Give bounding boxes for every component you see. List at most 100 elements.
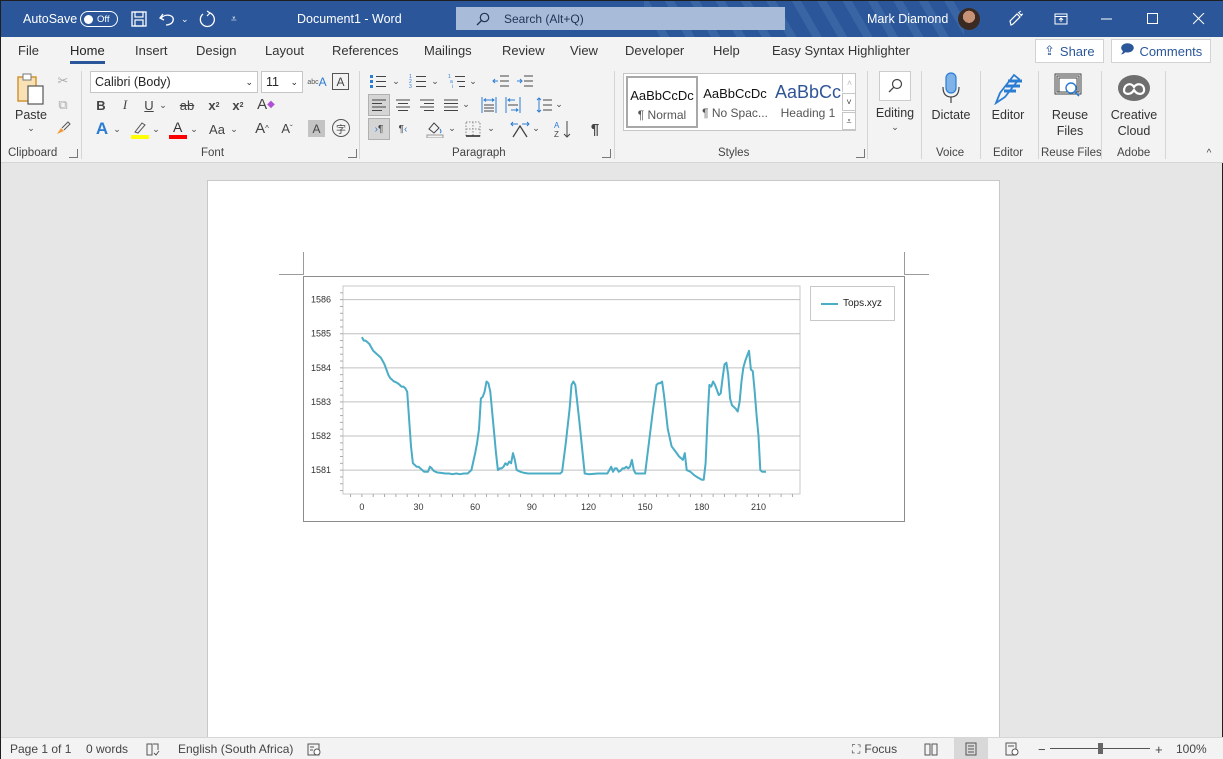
find-icon[interactable] <box>879 71 911 101</box>
ltr-direction-icon[interactable]: › ¶ <box>368 118 390 140</box>
maximize-icon[interactable] <box>1130 1 1176 37</box>
print-layout-icon[interactable] <box>954 738 988 759</box>
style-heading-1[interactable]: AaBbCc Heading 1 <box>772 76 844 128</box>
focus-mode-button[interactable]: ⛶ Focus <box>852 738 897 759</box>
numbering-icon[interactable]: 123 <box>409 72 427 90</box>
line-spacing-icon[interactable] <box>535 95 553 115</box>
text-effects-icon[interactable]: A <box>93 119 111 139</box>
change-case-aa-icon[interactable]: Aa <box>206 121 228 137</box>
line-spacing-dropdown-icon[interactable]: ⌄ <box>554 97 564 111</box>
grow-font-icon[interactable]: A ^ <box>253 119 271 137</box>
word-count[interactable]: 0 words <box>86 738 128 759</box>
clear-formatting-icon[interactable]: A ◆ <box>256 95 276 113</box>
numbering-dropdown-icon[interactable]: ⌄ <box>430 74 440 88</box>
styles-scroll-up-icon[interactable]: ˄ <box>842 74 856 92</box>
justify-icon[interactable] <box>442 95 460 115</box>
tab-review[interactable]: Review <box>502 43 545 58</box>
text-effects-dropdown-icon[interactable]: ⌄ <box>112 121 122 137</box>
paste-dropdown-icon[interactable]: ⌄ <box>25 123 37 133</box>
shading-icon[interactable] <box>425 119 445 139</box>
ribbon-display-icon[interactable] <box>1038 1 1084 37</box>
styles-more-icon[interactable]: ⩡ <box>842 112 856 130</box>
tab-home[interactable]: Home <box>70 43 105 64</box>
font-size-select[interactable]: 11 ⌄ <box>261 71 303 93</box>
distributed-icon[interactable] <box>480 95 498 115</box>
undo-dropdown-icon[interactable]: ⌄ <box>181 1 189 37</box>
borders-dropdown-icon[interactable]: ⌄ <box>486 121 496 135</box>
highlight-dropdown-icon[interactable]: ⌄ <box>151 121 161 137</box>
reuse-files-icon[interactable] <box>1054 73 1086 103</box>
highlight-color-icon[interactable] <box>131 119 149 139</box>
rtl-direction-icon[interactable]: ¶ ‹ <box>394 119 412 139</box>
borders-icon[interactable] <box>464 119 482 139</box>
multilevel-dropdown-icon[interactable]: ⌄ <box>468 74 478 88</box>
reuse-files-button[interactable]: Reuse Files <box>1045 107 1095 139</box>
asian-layout-icon[interactable] <box>510 119 530 139</box>
sort-icon[interactable]: AZ <box>553 119 573 139</box>
style-normal[interactable]: AaBbCcDc ¶ Normal <box>626 76 698 128</box>
bullets-dropdown-icon[interactable]: ⌄ <box>391 74 401 88</box>
share-button[interactable]: ⇪ Share <box>1035 39 1104 63</box>
style-no-spacing[interactable]: AaBbCcDc ¶ No Spac... <box>699 76 771 128</box>
editing-dropdown-icon[interactable]: ⌄ <box>889 122 901 132</box>
copy-icon[interactable]: ⧉ <box>55 97 71 113</box>
change-case-icon[interactable]: abc A <box>307 73 327 91</box>
zoom-out-button[interactable]: − <box>1038 738 1046 759</box>
format-painter-icon[interactable] <box>54 119 72 137</box>
bold-icon[interactable]: B <box>94 97 108 113</box>
character-border-icon[interactable]: A <box>332 73 349 90</box>
redo-icon[interactable] <box>197 1 217 37</box>
avatar[interactable] <box>958 8 980 30</box>
close-icon[interactable] <box>1176 1 1222 37</box>
tab-easy-syntax-highlighter[interactable]: Easy Syntax Highlighter <box>772 43 910 58</box>
justify-dropdown-icon[interactable]: ⌄ <box>461 97 471 111</box>
comments-button[interactable]: 🗩 Comments <box>1111 39 1212 63</box>
zoom-slider-thumb[interactable] <box>1098 743 1103 754</box>
tab-file[interactable]: File <box>18 43 39 58</box>
text-direction-icon[interactable] <box>504 95 522 115</box>
tab-references[interactable]: References <box>332 43 398 58</box>
font-color-dropdown-icon[interactable]: ⌄ <box>189 121 199 137</box>
tab-mailings[interactable]: Mailings <box>424 43 472 58</box>
subscript-icon[interactable]: x2 <box>205 97 223 113</box>
dictate-button[interactable]: Dictate <box>927 107 975 123</box>
customize-qat-icon[interactable]: ⩡ <box>231 1 237 37</box>
tab-layout[interactable]: Layout <box>265 43 304 58</box>
creative-cloud-button[interactable]: Creative Cloud <box>1107 107 1161 139</box>
creative-cloud-icon[interactable] <box>1117 73 1151 103</box>
save-icon[interactable] <box>130 1 148 37</box>
styles-launcher-icon[interactable] <box>856 149 865 158</box>
editor-pen-icon[interactable] <box>991 71 1025 105</box>
strikethrough-icon[interactable]: ab <box>177 97 197 113</box>
character-shading-icon[interactable]: A <box>308 120 325 137</box>
zoom-in-button[interactable]: + <box>1155 738 1163 759</box>
align-left-icon[interactable] <box>368 94 390 116</box>
page-count[interactable]: Page 1 of 1 <box>10 738 71 759</box>
collapse-ribbon-icon[interactable]: ^ <box>1202 147 1216 159</box>
microphone-icon[interactable] <box>937 71 965 105</box>
language[interactable]: English (South Africa) <box>178 738 293 759</box>
italic-icon[interactable]: I <box>118 97 132 113</box>
editing-button[interactable]: Editing <box>873 105 917 121</box>
web-layout-icon[interactable] <box>995 738 1029 759</box>
zoom-level[interactable]: 100% <box>1176 738 1207 759</box>
underline-icon[interactable]: U <box>142 97 156 113</box>
tab-view[interactable]: View <box>570 43 598 58</box>
increase-indent-icon[interactable] <box>516 72 534 90</box>
tab-help[interactable]: Help <box>713 43 740 58</box>
tab-insert[interactable]: Insert <box>135 43 168 58</box>
clipboard-launcher-icon[interactable] <box>69 149 78 158</box>
editor-button[interactable]: Editor <box>986 107 1030 123</box>
decrease-indent-icon[interactable] <box>492 72 510 90</box>
coauthor-pen-icon[interactable] <box>1007 1 1025 37</box>
superscript-icon[interactable]: x2 <box>229 97 247 113</box>
font-name-select[interactable]: Calibri (Body) ⌄ <box>90 71 258 93</box>
paste-icon[interactable] <box>15 71 47 107</box>
minimize-icon[interactable] <box>1084 1 1130 37</box>
asian-layout-dropdown-icon[interactable]: ⌄ <box>531 121 541 135</box>
undo-icon[interactable] <box>158 1 178 37</box>
align-right-icon[interactable] <box>418 95 436 115</box>
show-formatting-marks-icon[interactable]: ¶ <box>586 119 604 139</box>
cut-icon[interactable]: ✂ <box>55 73 71 89</box>
autosave-toggle[interactable]: Off <box>80 11 118 27</box>
